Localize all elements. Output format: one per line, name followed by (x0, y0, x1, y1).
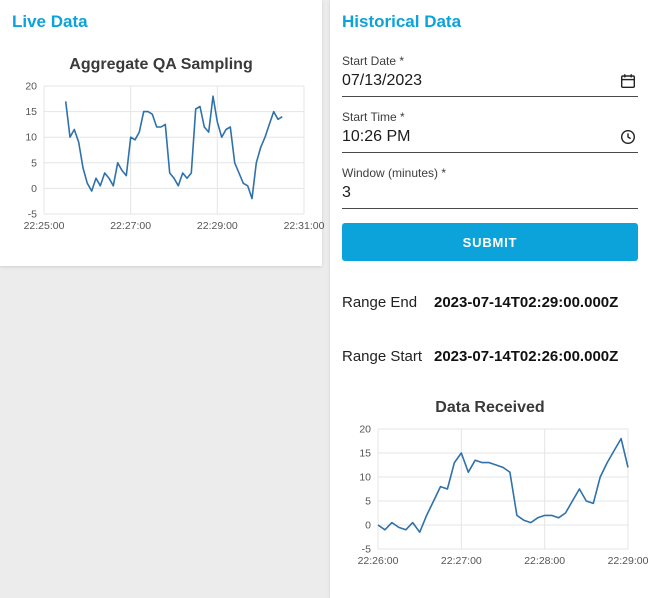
aggregate-qa-sampling-chart: -5 0 5 10 15 20 22:25:00 22:27:00 22:29:00 22:31:… (8, 80, 325, 240)
window-minutes-field: Window (minutes) * (342, 166, 638, 209)
historical-data-panel: Historical Data Start Date * Start Time … (330, 0, 650, 598)
range-start-value: 2023-07-14T02:26:00.000Z (434, 348, 619, 365)
svg-text:0: 0 (365, 520, 371, 532)
calendar-icon[interactable] (620, 73, 636, 89)
range-end-row: Range End 2023-07-14T02:29:00.000Z (342, 294, 638, 311)
range-start-row: Range Start 2023-07-14T02:26:00.000Z (342, 348, 638, 365)
range-start-label: Range Start (342, 348, 423, 365)
window-minutes-label: Window (minutes) * (342, 166, 447, 180)
svg-text:15: 15 (25, 106, 37, 118)
live-data-title: Live Data (12, 12, 88, 31)
svg-text:22:27:00: 22:27:00 (441, 555, 482, 567)
window-minutes-input[interactable] (342, 181, 638, 208)
start-date-label: Start Date * (342, 54, 405, 68)
svg-text:22:29:00: 22:29:00 (197, 220, 238, 232)
svg-text:0: 0 (31, 183, 37, 195)
submit-button[interactable]: SUBMIT (342, 223, 638, 261)
historical-data-title: Historical Data (342, 12, 462, 31)
start-date-field: Start Date * (342, 54, 638, 97)
live-data-panel: Live Data Aggregate QA Sampling -5 0 5 10 15… (0, 0, 325, 266)
start-time-field: Start Time * (342, 110, 638, 153)
svg-text:5: 5 (365, 496, 371, 508)
data-received-chart-title: Data Received (435, 399, 545, 416)
svg-text:10: 10 (25, 132, 37, 144)
svg-text:22:29:00: 22:29:00 (608, 555, 649, 567)
svg-text:-5: -5 (28, 209, 37, 221)
data-received-chart: -5 0 5 10 15 20 22:26:00 22:27:00 22:28:00 22:29:… (342, 423, 649, 575)
historical-query-form: Start Date * Start Time * (342, 54, 638, 261)
svg-text:22:26:00: 22:26:00 (358, 555, 399, 567)
aggregate-chart-title: Aggregate QA Sampling (69, 56, 253, 73)
start-date-input[interactable] (342, 69, 638, 96)
svg-text:5: 5 (31, 157, 37, 169)
range-end-value: 2023-07-14T02:29:00.000Z (434, 294, 619, 311)
svg-text:15: 15 (359, 448, 371, 460)
clock-icon[interactable] (620, 129, 636, 145)
start-date-input-row (342, 69, 638, 97)
svg-text:-5: -5 (362, 544, 371, 556)
svg-text:22:31:00: 22:31:00 (284, 220, 325, 232)
start-time-label: Start Time * (342, 110, 405, 124)
svg-text:22:28:00: 22:28:00 (524, 555, 565, 567)
svg-text:20: 20 (359, 424, 371, 436)
start-time-input-row (342, 125, 638, 153)
svg-text:22:27:00: 22:27:00 (110, 220, 151, 232)
svg-text:10: 10 (359, 472, 371, 484)
svg-text:20: 20 (25, 81, 37, 93)
start-time-input[interactable] (342, 125, 638, 152)
window-minutes-input-row (342, 181, 638, 209)
range-end-label: Range End (342, 294, 418, 311)
svg-text:22:25:00: 22:25:00 (24, 220, 65, 232)
